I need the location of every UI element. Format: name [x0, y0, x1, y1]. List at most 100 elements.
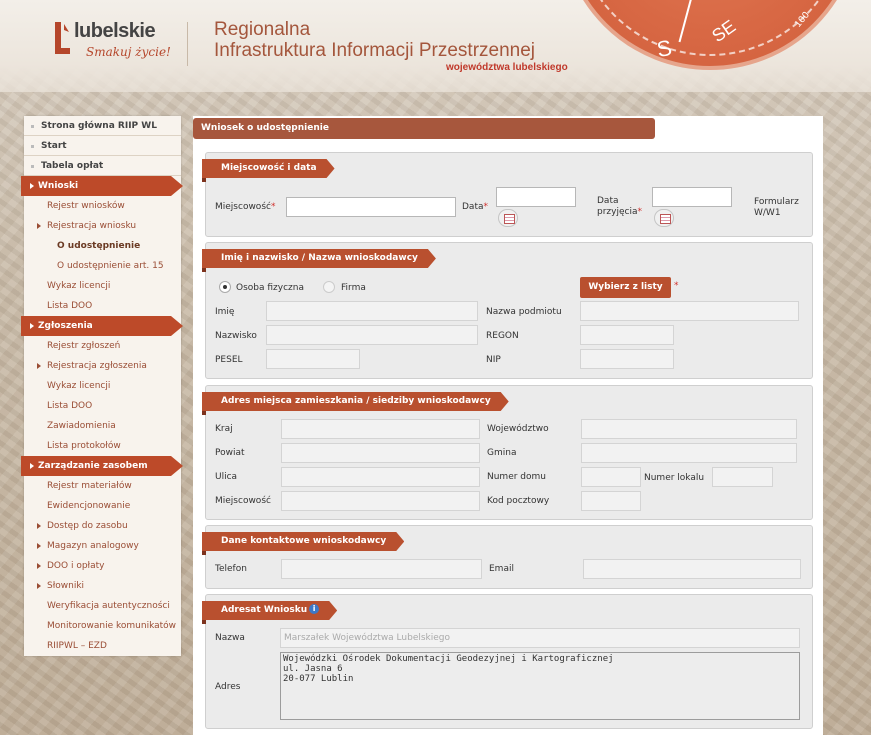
section-kontakt: Dane kontaktowe wnioskodawcy Telefon Ema… [202, 525, 813, 589]
pesel-input[interactable] [266, 349, 360, 369]
sidebar-item-magazyn-analogowy[interactable]: Magazyn analogowy [24, 536, 181, 556]
sidebar-item-rejestracja-wniosku[interactable]: Rejestracja wniosku [24, 216, 181, 236]
sidebar-group-zarzadzanie-zasobem[interactable]: Zarządzanie zasobem [21, 456, 183, 476]
nazwisko-input[interactable] [266, 325, 478, 345]
sidebar-item-rejestr-wnioskow[interactable]: Rejestr wniosków [24, 196, 181, 216]
sidebar-group-zgloszenia[interactable]: Zgłoszenia [21, 316, 183, 336]
site-title-line1: Regionalna [214, 19, 311, 40]
regon-label: REGON [486, 331, 519, 341]
section-heading: Miejscowość i data [202, 159, 335, 178]
regon-input[interactable] [580, 325, 674, 345]
email-input[interactable] [583, 559, 801, 579]
email-label: Email [489, 564, 514, 574]
nip-input[interactable] [580, 349, 674, 369]
sidebar-item-start[interactable]: Start [24, 136, 181, 156]
sidebar-item-dostep-do-zasobu[interactable]: Dostęp do zasobu [24, 516, 181, 536]
data-input[interactable] [496, 187, 576, 207]
site-title-line2: Infrastruktura Informacji Przestrzennej [214, 40, 536, 61]
miejscowosc-input[interactable] [286, 197, 456, 217]
imie-label: Imię [215, 307, 235, 317]
bullet-icon [31, 145, 34, 148]
info-icon[interactable]: i [309, 604, 319, 614]
required-mark: * [674, 281, 679, 291]
gmina-label: Gmina [487, 448, 517, 458]
sidebar-item-home[interactable]: Strona główna RIIP WL [24, 116, 181, 136]
sidebar-item-riipwl-ezd[interactable]: RIIPWL – EZD [24, 636, 181, 656]
site-title-line3: województwa lubelskiego [446, 62, 568, 73]
data-label: Data* [462, 202, 488, 212]
logo-mark-icon [55, 22, 70, 54]
sidebar-item-monitorowanie[interactable]: Monitorowanie komunikatów [24, 616, 181, 636]
kod-pocztowy-label: Kod pocztowy [487, 496, 550, 506]
wojewodztwo-input[interactable] [581, 419, 797, 439]
sidebar-item-weryfikacja[interactable]: Weryfikacja autentyczności [24, 596, 181, 616]
sidebar-item-doo-i-oplaty[interactable]: DOO i opłaty [24, 556, 181, 576]
select-from-list-button[interactable]: Wybierz z listy [580, 277, 671, 298]
sidebar-item-wykaz-licencji[interactable]: Wykaz licencji [24, 276, 181, 296]
sidebar-item-zawiadomienia[interactable]: Zawiadomienia [24, 416, 181, 436]
arrow-right-icon [37, 363, 41, 369]
sidebar-item-lista-doo[interactable]: Lista DOO [24, 296, 181, 316]
arrow-right-icon [30, 463, 34, 469]
radio-firma[interactable] [323, 281, 335, 293]
heading-fold [202, 268, 206, 272]
imie-input[interactable] [266, 301, 478, 321]
pesel-label: PESEL [215, 355, 243, 365]
sidebar-item-slowniki[interactable]: Słowniki [24, 576, 181, 596]
lubelskie-logo[interactable]: lubelskie Smakuj życie! [52, 20, 171, 66]
wojewodztwo-label: Województwo [487, 424, 549, 434]
adresat-adres-textarea[interactable]: Wojewódzki Ośrodek Dokumentacji Geodezyj… [280, 652, 800, 720]
adresat-nazwa-label: Nazwa [215, 633, 245, 643]
arrow-right-icon [30, 183, 34, 189]
kod-pocztowy-input[interactable] [581, 491, 641, 511]
data-przyjecia-input[interactable] [652, 187, 732, 207]
numer-lokalu-input[interactable] [712, 467, 773, 487]
radio-firma-label: Firma [341, 283, 366, 293]
telefon-input[interactable] [281, 559, 482, 579]
kraj-input[interactable] [281, 419, 480, 439]
heading-fold [202, 551, 206, 555]
header-divider [187, 22, 188, 66]
heading-fold [202, 620, 206, 624]
sidebar-item-rejestracja-zgloszenia[interactable]: Rejestracja zgłoszenia [24, 356, 181, 376]
ulica-input[interactable] [281, 467, 480, 487]
miejscowosc-addr-input[interactable] [281, 491, 480, 511]
sidebar-item-wykaz-licencji-2[interactable]: Wykaz licencji [24, 376, 181, 396]
formularz-label: Formularz W/W1 [754, 197, 799, 218]
section-wnioskodawca: Imię i nazwisko / Nazwa wnioskodawcy Oso… [202, 242, 813, 379]
adresat-nazwa-input[interactable]: Marszałek Województwa Lubelskiego [280, 628, 800, 648]
calendar-icon[interactable] [654, 209, 674, 227]
sidebar-item-o-udostepnienie-art15[interactable]: O udostępnienie art. 15 [24, 256, 181, 276]
bullet-icon [31, 165, 34, 168]
heading-fold [202, 178, 206, 182]
arrow-right-icon [37, 543, 41, 549]
sidebar-group-wnioski[interactable]: Wnioski [21, 176, 183, 196]
nazwa-podmiotu-label: Nazwa podmiotu [486, 307, 562, 317]
section-adresat: Adresat Wniosku i Nazwa Marszałek Wojewód… [202, 594, 813, 729]
sidebar-item-ewidencjonowanie[interactable]: Ewidencjonowanie [24, 496, 181, 516]
section-heading: Imię i nazwisko / Nazwa wnioskodawcy [202, 249, 436, 268]
sidebar-item-lista-protokolow[interactable]: Lista protokołów [24, 436, 181, 456]
section-miejscowosc-data: Miejscowość i data Miejscowość* Data* Da… [202, 152, 813, 237]
sidebar-item-fees[interactable]: Tabela opłat [24, 156, 181, 176]
section-heading: Dane kontaktowe wnioskodawcy [202, 532, 404, 551]
nazwa-podmiotu-input[interactable] [580, 301, 799, 321]
calendar-icon[interactable] [498, 209, 518, 227]
miejscowosc-addr-label: Miejscowość [215, 496, 271, 506]
sidebar-item-rejestr-materialow[interactable]: Rejestr materiałów [24, 476, 181, 496]
sidebar-item-o-udostepnienie[interactable]: O udostępnienie [24, 236, 181, 256]
telefon-label: Telefon [215, 564, 247, 574]
numer-domu-input[interactable] [581, 467, 641, 487]
compass-decoration: S SE 220 100 [560, 0, 860, 70]
sidebar-item-rejestr-zgloszen[interactable]: Rejestr zgłoszeń [24, 336, 181, 356]
arrow-right-icon [37, 563, 41, 569]
compass-degree-1: 220 [576, 15, 597, 35]
heading-fold [202, 411, 206, 415]
powiat-input[interactable] [281, 443, 480, 463]
radio-osoba-fizyczna[interactable] [219, 281, 231, 293]
bullet-icon [31, 125, 34, 128]
gmina-input[interactable] [581, 443, 797, 463]
logo-tagline: Smakuj życie! [86, 45, 171, 59]
nazwisko-label: Nazwisko [215, 331, 257, 341]
sidebar-item-lista-doo-2[interactable]: Lista DOO [24, 396, 181, 416]
